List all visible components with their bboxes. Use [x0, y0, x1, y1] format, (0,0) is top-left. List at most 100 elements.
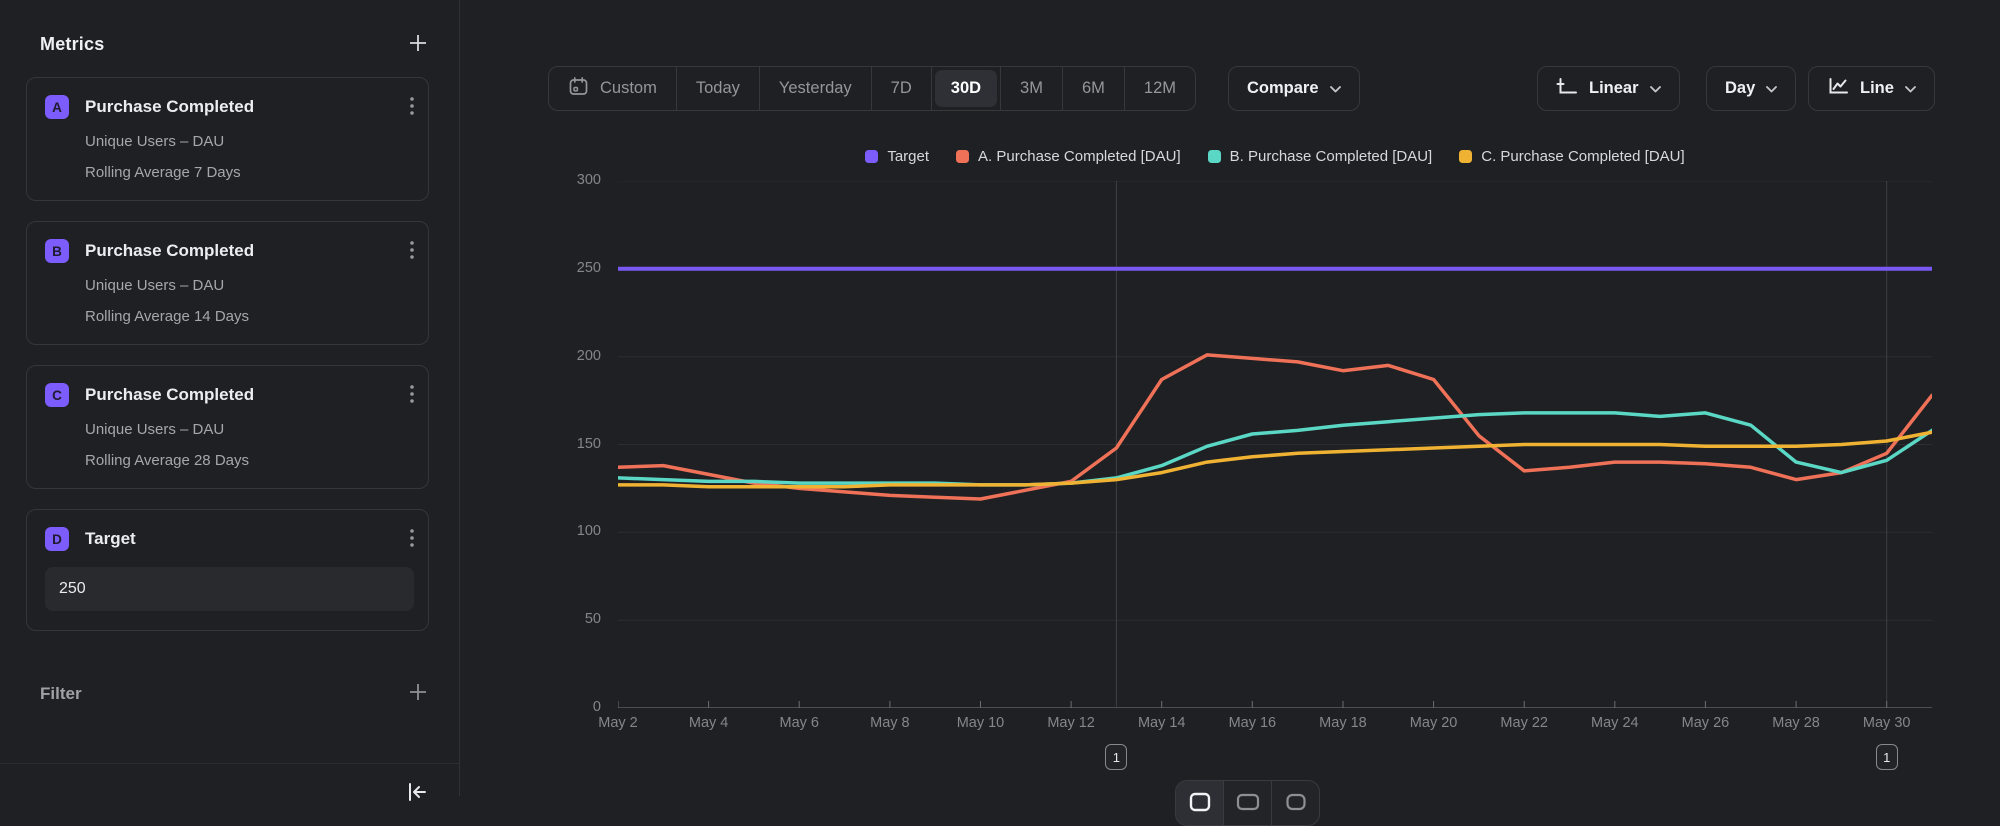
- linear-scale-icon: [1556, 77, 1578, 100]
- range-3m-button[interactable]: 3M: [1000, 67, 1062, 110]
- target-card-menu-button[interactable]: [410, 529, 414, 550]
- metric-measure-label: Unique Users – DAU: [85, 133, 414, 150]
- x-tick-label: May 24: [1570, 715, 1660, 731]
- x-tick-label: May 14: [1117, 715, 1207, 731]
- kebab-menu-icon: [410, 241, 414, 262]
- metric-card-menu-button[interactable]: [410, 385, 414, 406]
- chart-legend: Target A. Purchase Completed [DAU] B. Purc…: [618, 148, 1932, 165]
- range-label: 7D: [891, 79, 912, 98]
- legend-label: C. Purchase Completed [DAU]: [1481, 148, 1684, 165]
- x-tick-label: May 2: [573, 715, 663, 731]
- interval-label: Day: [1725, 79, 1755, 98]
- x-tick-label: May 4: [664, 715, 754, 731]
- legend-swatch: [956, 150, 969, 163]
- x-tick-label: May 10: [935, 715, 1025, 731]
- line-chart: [618, 181, 1932, 708]
- annotation-badge-may-13[interactable]: 1: [1105, 744, 1127, 770]
- compare-button[interactable]: Compare: [1228, 66, 1360, 111]
- annotation-badge-may-30[interactable]: 1: [1876, 744, 1898, 770]
- medium-panel-icon: [1236, 791, 1260, 818]
- y-tick-label: 200: [541, 348, 601, 364]
- chart-panel: Custom Today Yesterday 7D 30D 3M 6M 12M Compare…: [461, 0, 2000, 796]
- kebab-menu-icon: [410, 529, 414, 550]
- range-6m-button[interactable]: 6M: [1062, 67, 1124, 110]
- range-yesterday-button[interactable]: Yesterday: [759, 67, 871, 110]
- metric-card-menu-button[interactable]: [410, 241, 414, 262]
- plus-icon: [407, 681, 429, 706]
- x-tick-label: May 28: [1751, 715, 1841, 731]
- chart-plot-area[interactable]: [618, 181, 1932, 708]
- range-7d-button[interactable]: 7D: [871, 67, 931, 110]
- scale-select-button[interactable]: Linear: [1537, 66, 1680, 111]
- target-card: D Target: [26, 509, 429, 631]
- x-tick-label: May 8: [845, 715, 935, 731]
- target-value-input[interactable]: [45, 567, 414, 611]
- legend-item[interactable]: Target: [865, 148, 929, 165]
- x-axis-labels: May 2May 4May 6May 8May 10May 12May 14Ma…: [618, 715, 1932, 735]
- metrics-sidebar: Metrics APurchase CompletedUnique Users …: [0, 0, 460, 796]
- x-tick-label: May 16: [1207, 715, 1297, 731]
- kebab-menu-icon: [410, 385, 414, 406]
- range-label: Today: [696, 79, 740, 98]
- chevron-down-icon: [1650, 79, 1661, 98]
- series-b: [618, 413, 1932, 485]
- metric-rolling-label: Rolling Average 14 Days: [85, 308, 414, 325]
- x-tick-label: May 12: [1026, 715, 1116, 731]
- range-label: 3M: [1020, 79, 1043, 98]
- x-tick-label: May 6: [754, 715, 844, 731]
- legend-swatch: [865, 150, 878, 163]
- chevron-down-icon: [1905, 79, 1916, 98]
- large-panel-icon: [1284, 791, 1308, 818]
- plus-icon: [407, 32, 429, 57]
- metric-card-b: BPurchase CompletedUnique Users – DAURol…: [26, 221, 429, 345]
- add-metric-button[interactable]: [407, 32, 429, 57]
- interval-select-button[interactable]: Day: [1706, 66, 1796, 111]
- metric-card-list: APurchase CompletedUnique Users – DAURol…: [0, 77, 459, 489]
- x-tick-label: May 18: [1298, 715, 1388, 731]
- metric-rolling-label: Rolling Average 7 Days: [85, 164, 414, 181]
- metric-card-c: CPurchase CompletedUnique Users – DAURol…: [26, 365, 429, 489]
- chart-type-select-button[interactable]: Line: [1808, 66, 1935, 111]
- x-tick-label: May 22: [1479, 715, 1569, 731]
- legend-item[interactable]: B. Purchase Completed [DAU]: [1208, 148, 1433, 165]
- range-30d-button[interactable]: 30D: [931, 67, 1000, 110]
- series-a: [618, 355, 1932, 499]
- legend-item[interactable]: A. Purchase Completed [DAU]: [956, 148, 1181, 165]
- metrics-header: Metrics: [40, 32, 429, 57]
- series-c: [618, 432, 1932, 487]
- y-tick-label: 250: [541, 260, 601, 276]
- chart-size-small-button[interactable]: [1176, 781, 1223, 825]
- range-today-button[interactable]: Today: [676, 67, 759, 110]
- small-panel-icon: [1188, 791, 1212, 818]
- range-label: 12M: [1144, 79, 1176, 98]
- metric-card-a: APurchase CompletedUnique Users – DAURol…: [26, 77, 429, 201]
- y-tick-label: 300: [541, 172, 601, 188]
- range-label: Custom: [600, 79, 657, 98]
- chart-size-large-button[interactable]: [1271, 781, 1319, 825]
- metric-measure-label: Unique Users – DAU: [85, 277, 414, 294]
- metric-measure-label: Unique Users – DAU: [85, 421, 414, 438]
- chart-size-medium-button[interactable]: [1223, 781, 1271, 825]
- legend-label: B. Purchase Completed [DAU]: [1230, 148, 1433, 165]
- compare-label: Compare: [1247, 79, 1319, 98]
- kebab-menu-icon: [410, 97, 414, 118]
- filter-header: Filter: [40, 681, 429, 706]
- y-tick-label: 150: [541, 436, 601, 452]
- add-filter-button[interactable]: [407, 681, 429, 706]
- legend-item[interactable]: C. Purchase Completed [DAU]: [1459, 148, 1684, 165]
- metric-card-title: Purchase Completed: [85, 385, 410, 405]
- y-tick-label: 0: [541, 699, 601, 715]
- range-custom-button[interactable]: Custom: [549, 67, 676, 110]
- range-12m-button[interactable]: 12M: [1124, 67, 1195, 110]
- metric-card-menu-button[interactable]: [410, 97, 414, 118]
- legend-swatch: [1208, 150, 1221, 163]
- collapse-sidebar-button[interactable]: [405, 780, 429, 807]
- chevron-down-icon: [1330, 79, 1341, 98]
- target-card-title: Target: [85, 529, 410, 549]
- chevron-down-icon: [1766, 79, 1777, 98]
- metric-card-title: Purchase Completed: [85, 241, 410, 261]
- date-range-selector: Custom Today Yesterday 7D 30D 3M 6M 12M: [548, 66, 1196, 111]
- legend-label: A. Purchase Completed [DAU]: [978, 148, 1181, 165]
- x-tick-label: May 26: [1660, 715, 1750, 731]
- scale-label: Linear: [1589, 79, 1639, 98]
